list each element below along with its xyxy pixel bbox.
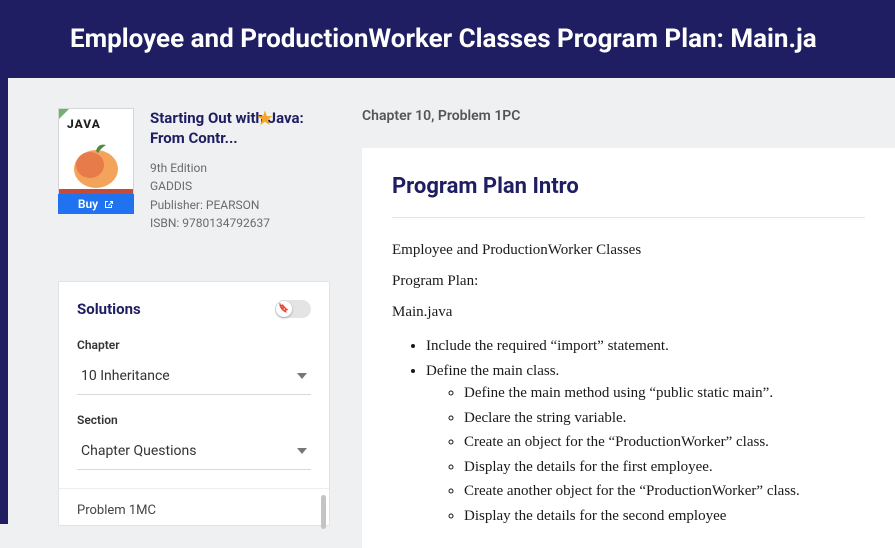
cover-word: JAVA [67,117,101,131]
book-publisher: Publisher: PEARSON [150,196,330,215]
list-item-text: Define the main class. [426,363,559,379]
plan-list: Include the required “import” statement.… [392,335,865,527]
book-block: JAVA Starting Out with Java: From Contr.… [58,108,330,233]
book-author: GADDIS [150,177,330,196]
external-link-icon [103,199,114,210]
side-strip [0,76,8,524]
bookmark-icon: 🔖 [276,301,292,317]
solutions-title: Solutions [77,300,141,318]
chapter-label: Chapter [77,338,311,352]
favorite-star-icon[interactable]: ★ [256,106,274,130]
doc-line: Main.java [392,304,865,321]
list-item: Define the main method using “public sta… [464,382,865,405]
document: Program Plan Intro Employee and Producti… [362,148,895,548]
list-item: Declare the string variable. [464,407,865,430]
chapter-select[interactable]: 10 Inheritance [77,358,311,395]
problem-row[interactable]: Problem 1MC [59,488,329,532]
chapter-value: 10 Inheritance [81,368,170,384]
solutions-toggle[interactable]: 🔖 [275,300,311,318]
section-label: Section [77,413,311,427]
problem-label: Problem 1MC [77,503,156,518]
solutions-card: Solutions 🔖 Chapter 10 Inheritance Secti… [58,281,330,526]
book-title[interactable]: Starting Out with Java: From Contr... [150,108,330,149]
chevron-down-icon [297,373,307,379]
list-item: Define the main class. Define the main m… [426,360,865,528]
peach-icon [70,139,122,189]
section-heading: Program Plan Intro [392,174,865,218]
list-item: Display the details for the first employ… [464,456,865,479]
list-item: Create an object for the “ProductionWork… [464,431,865,454]
book-isbn: ISBN: 9780134792637 [150,214,330,233]
book-cover[interactable]: JAVA [58,108,134,200]
section-value: Chapter Questions [81,443,196,459]
list-item: Include the required “import” statement. [426,335,865,358]
book-edition: 9th Edition [150,159,330,178]
page-header: Employee and ProductionWorker Classes Pr… [0,0,895,78]
plan-sublist: Define the main method using “public sta… [426,382,865,527]
list-item: Create another object for the “Productio… [464,480,865,503]
doc-line: Employee and ProductionWorker Classes [392,242,865,259]
breadcrumb: Chapter 10, Problem 1PC [362,108,895,124]
buy-label: Buy [78,197,98,211]
chevron-down-icon [297,448,307,454]
doc-line: Program Plan: [392,273,865,290]
section-select[interactable]: Chapter Questions [77,433,311,470]
buy-button[interactable]: Buy [58,194,134,214]
